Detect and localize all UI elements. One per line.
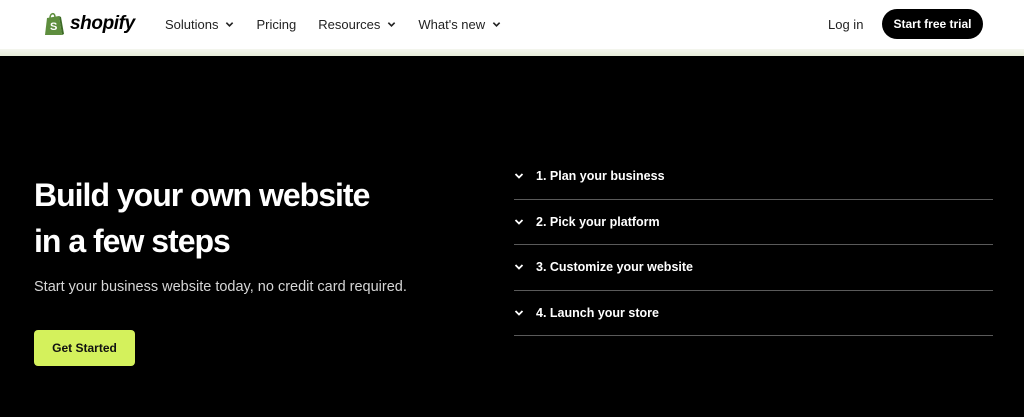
- accordion-item-launch[interactable]: 4. Launch your store: [514, 291, 993, 336]
- accordion-item-label: 3. Customize your website: [536, 260, 693, 275]
- accordion-item-platform[interactable]: 2. Pick your platform: [514, 200, 993, 245]
- nav-solutions-label: Solutions: [165, 17, 219, 32]
- hero-title-line-1: Build your own website: [34, 177, 370, 213]
- hero-subtitle: Start your business website today, no cr…: [34, 279, 407, 295]
- hero-title: Build your own website in a few steps: [34, 172, 474, 264]
- chevron-down-icon: [514, 173, 524, 180]
- steps-accordion: 1. Plan your business 2. Pick your platf…: [514, 154, 993, 336]
- shopify-logo[interactable]: S shopify: [43, 11, 135, 37]
- chevron-down-icon: [226, 22, 234, 27]
- accordion-item-label: 1. Plan your business: [536, 169, 665, 184]
- nav-pricing[interactable]: Pricing: [256, 17, 296, 32]
- svg-text:S: S: [50, 21, 57, 33]
- chevron-down-icon: [492, 22, 501, 27]
- nav-resources-label: Resources: [318, 17, 381, 32]
- shopify-bag-icon: S: [45, 12, 64, 35]
- nav-whats-new[interactable]: What's new: [418, 17, 501, 32]
- hero-title-line-2: in a few steps: [34, 223, 231, 259]
- start-free-trial-button[interactable]: Start free trial: [882, 9, 983, 39]
- chevron-down-icon: [514, 310, 524, 316]
- chevron-down-icon: [514, 219, 524, 225]
- chevron-down-icon: [388, 22, 396, 27]
- chevron-down-icon: [514, 264, 524, 271]
- login-link[interactable]: Log in: [828, 17, 863, 32]
- accordion-item-label: 2. Pick your platform: [536, 214, 660, 229]
- top-navigation-bar: S shopify Solutions Pricing Resources Wh…: [0, 0, 1024, 49]
- header-divider: [0, 49, 1024, 56]
- nav-pricing-label: Pricing: [256, 17, 297, 32]
- get-started-button[interactable]: Get Started: [34, 330, 135, 366]
- accordion-item-plan[interactable]: 1. Plan your business: [514, 154, 993, 200]
- main-nav: Solutions Pricing Resources What's new: [165, 0, 523, 49]
- accordion-item-customize[interactable]: 3. Customize your website: [514, 245, 993, 291]
- accordion-item-label: 4. Launch your store: [536, 305, 659, 320]
- shopify-wordmark: shopify: [70, 13, 135, 34]
- nav-whats-new-label: What's new: [418, 17, 486, 32]
- nav-resources[interactable]: Resources: [318, 17, 396, 32]
- nav-solutions[interactable]: Solutions: [165, 17, 234, 32]
